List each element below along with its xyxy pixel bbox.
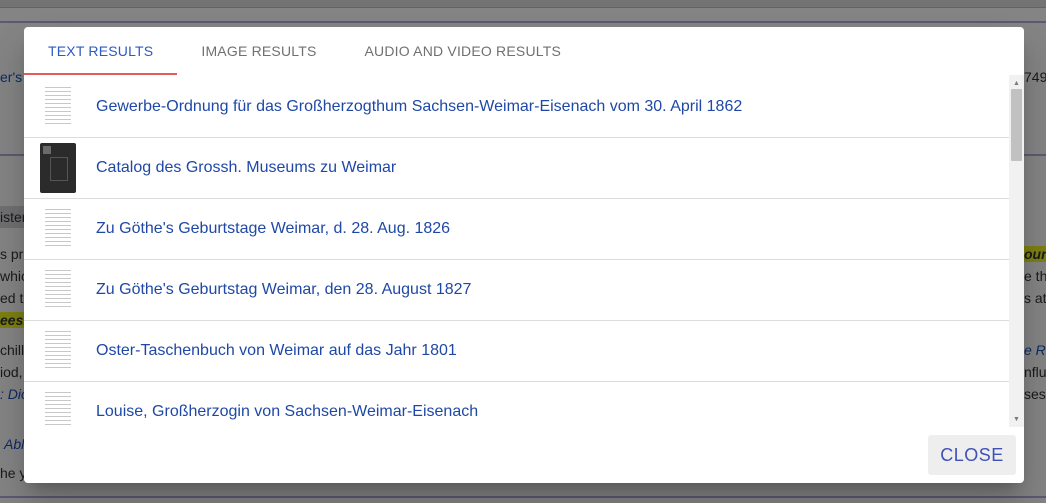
result-title-link[interactable]: Louise, Großherzogin von Sachsen-Weimar-… — [96, 403, 478, 421]
scroll-up-icon[interactable]: ▲ — [1009, 77, 1024, 89]
results-scrollbar[interactable]: ▲ ▼ — [1009, 75, 1024, 427]
document-thumbnail — [40, 82, 76, 132]
document-thumbnail — [40, 265, 76, 315]
list-item[interactable]: Gewerbe-Ordnung für das Großherzogthum S… — [24, 77, 1009, 138]
result-title-link[interactable]: Zu Göthe's Geburtstage Weimar, d. 28. Au… — [96, 220, 450, 238]
list-item[interactable]: Louise, Großherzogin von Sachsen-Weimar-… — [24, 382, 1009, 427]
document-thumbnail — [40, 143, 76, 193]
results-tab-bar: TEXT RESULTS IMAGE RESULTS AUDIO AND VID… — [24, 27, 1024, 75]
document-thumbnail — [40, 387, 76, 427]
scroll-down-icon[interactable]: ▼ — [1009, 413, 1024, 425]
result-title-link[interactable]: Zu Göthe's Geburtstag Weimar, den 28. Au… — [96, 281, 471, 299]
document-thumbnail — [40, 326, 76, 376]
tab-audio-video-results[interactable]: AUDIO AND VIDEO RESULTS — [341, 27, 586, 75]
list-item[interactable]: Catalog des Grossh. Museums zu Weimar — [24, 138, 1009, 199]
scrollbar-thumb[interactable] — [1011, 89, 1022, 161]
list-item[interactable]: Oster-Taschenbuch von Weimar auf das Jah… — [24, 321, 1009, 382]
result-title-link[interactable]: Gewerbe-Ordnung für das Großherzogthum S… — [96, 98, 742, 116]
tab-text-results[interactable]: TEXT RESULTS — [24, 27, 178, 75]
text-results-list: Gewerbe-Ordnung für das Großherzogthum S… — [24, 77, 1009, 427]
close-button[interactable]: CLOSE — [928, 435, 1016, 475]
list-item[interactable]: Zu Göthe's Geburtstage Weimar, d. 28. Au… — [24, 199, 1009, 260]
tab-image-results[interactable]: IMAGE RESULTS — [177, 27, 340, 75]
list-item[interactable]: Zu Göthe's Geburtstag Weimar, den 28. Au… — [24, 260, 1009, 321]
search-results-dialog: TEXT RESULTS IMAGE RESULTS AUDIO AND VID… — [24, 27, 1024, 483]
document-thumbnail — [40, 204, 76, 254]
result-title-link[interactable]: Oster-Taschenbuch von Weimar auf das Jah… — [96, 342, 457, 360]
result-title-link[interactable]: Catalog des Grossh. Museums zu Weimar — [96, 159, 396, 177]
